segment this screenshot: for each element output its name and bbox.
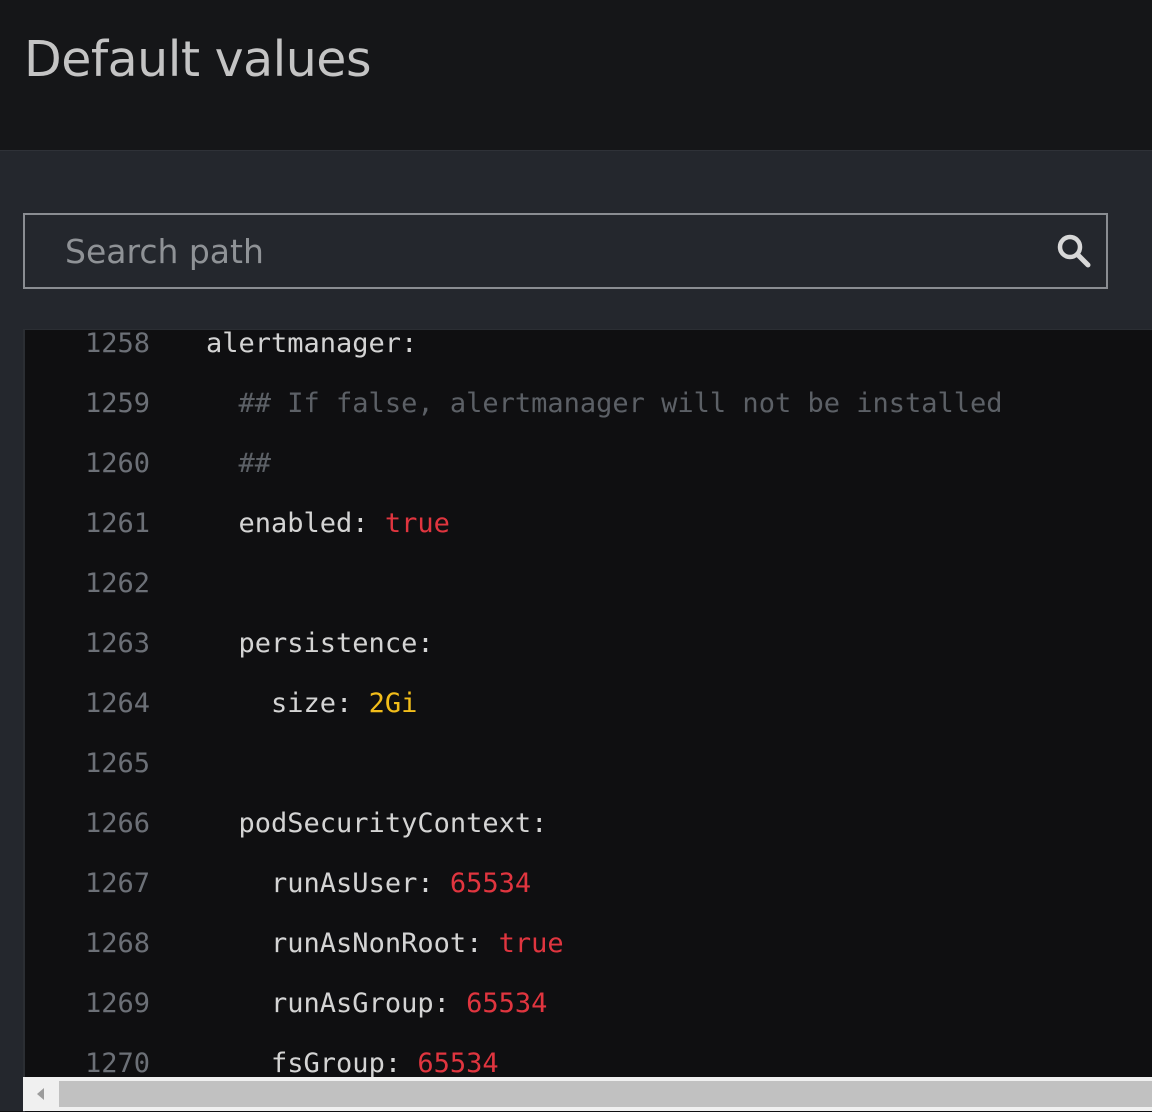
- line-code: ##: [206, 434, 272, 494]
- line-number: 1268: [85, 928, 151, 959]
- line-code: podSecurityContext:: [206, 794, 548, 854]
- search-box[interactable]: [23, 213, 1108, 289]
- code-viewer[interactable]: 1258 alertmanager: 1259 ## If false, alert…: [23, 329, 1152, 1112]
- line-code: persistence:: [206, 614, 434, 674]
- code-key: podSecurityContext:: [238, 808, 548, 839]
- line-number: 1262: [85, 568, 151, 599]
- code-key: runAsGroup:: [271, 988, 467, 1019]
- code-key: runAsUser:: [271, 868, 450, 899]
- code-line: 1269 runAsGroup: 65534: [25, 974, 1152, 1034]
- line-number: 1265: [85, 748, 151, 779]
- code-line: 1262: [25, 554, 1152, 614]
- code-line: 1261 enabled: true: [25, 494, 1152, 554]
- code-key: size:: [271, 688, 369, 719]
- search-input[interactable]: [25, 215, 1025, 287]
- line-number: 1263: [85, 628, 151, 659]
- code-value: 65534: [466, 988, 548, 1019]
- line-number: 1261: [85, 508, 151, 539]
- code-key: fsGroup:: [271, 1048, 418, 1079]
- code-line: 1266 podSecurityContext:: [25, 794, 1152, 854]
- values-content: 1258 alertmanager: 1259 ## If false, alert…: [0, 150, 1152, 1112]
- line-code: runAsNonRoot: true: [206, 914, 564, 974]
- code-line: 1268 runAsNonRoot: true: [25, 914, 1152, 974]
- page-title: Default values: [24, 31, 371, 88]
- line-number: 1259: [85, 388, 151, 419]
- code-key: persistence:: [238, 628, 434, 659]
- code-line: 1263 persistence:: [25, 614, 1152, 674]
- line-number: 1267: [85, 868, 151, 899]
- code-lines: 1258 alertmanager: 1259 ## If false, alert…: [25, 329, 1152, 1094]
- line-code: size: 2Gi: [206, 674, 417, 734]
- code-line: 1258 alertmanager:: [25, 329, 1152, 374]
- code-line: 1264 size: 2Gi: [25, 674, 1152, 734]
- code-line: 1267 runAsUser: 65534: [25, 854, 1152, 914]
- line-code: alertmanager:: [206, 329, 418, 374]
- code-value: 65534: [449, 868, 532, 899]
- line-number: 1258: [85, 329, 151, 359]
- code-comment: ## If false, alertmanager will not be in…: [238, 388, 1003, 419]
- code-key: alertmanager:: [206, 329, 418, 359]
- line-number: 1269: [85, 988, 151, 1019]
- code-value: true: [498, 928, 564, 959]
- code-line: 1265: [25, 734, 1152, 794]
- code-value: 2Gi: [368, 688, 418, 719]
- search-icon[interactable]: [1056, 233, 1092, 269]
- code-line: 1259 ## If false, alertmanager will not …: [25, 374, 1152, 434]
- code-comment: ##: [238, 448, 272, 479]
- line-number: 1264: [85, 688, 151, 719]
- code-value: true: [384, 508, 450, 539]
- line-number: 1260: [85, 448, 151, 479]
- line-code: enabled: true: [206, 494, 450, 554]
- page-header: Default values: [0, 0, 1152, 150]
- horizontal-scrollbar[interactable]: [23, 1077, 1152, 1111]
- line-number: 1266: [85, 808, 151, 839]
- code-line: 1260 ##: [25, 434, 1152, 494]
- line-code: ## If false, alertmanager will not be in…: [206, 374, 1003, 434]
- code-key: enabled:: [238, 508, 385, 539]
- code-value: 65534: [417, 1048, 499, 1079]
- line-code: runAsGroup: 65534: [206, 974, 547, 1034]
- line-code: runAsUser: 65534: [206, 854, 531, 914]
- code-key: runAsNonRoot:: [271, 928, 499, 959]
- scroll-left-arrow-icon[interactable]: [23, 1077, 59, 1111]
- scroll-thumb[interactable]: [59, 1081, 1152, 1107]
